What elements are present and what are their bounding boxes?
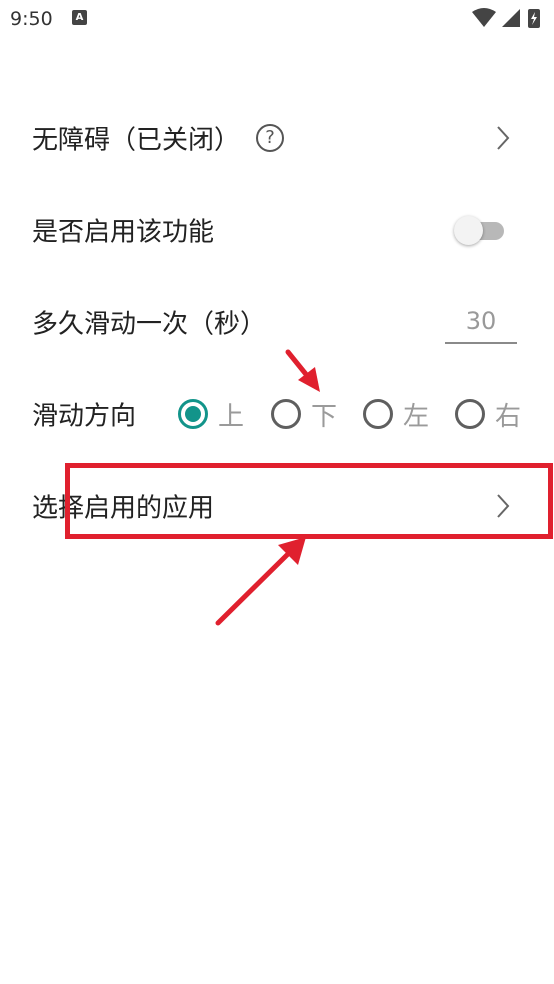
accessibility-row[interactable]: 无障碍（已关闭） ? (0, 92, 554, 184)
radio-unchecked-icon (271, 399, 301, 429)
notification-app-icon: A (72, 10, 87, 25)
direction-radio-right[interactable]: 右 (455, 397, 522, 432)
interval-row: 多久滑动一次（秒） (0, 276, 554, 368)
chevron-right-icon (497, 126, 510, 150)
radio-unchecked-icon (455, 399, 485, 429)
direction-option-right-label: 右 (495, 401, 522, 432)
direction-radio-left[interactable]: 左 (363, 397, 430, 432)
settings-screen: 9:50 A 无障碍（已关闭） ? 是否启用该功能 多久滑动一次（秒） 30 滑… (0, 0, 554, 984)
enable-label: 是否启用该功能 (32, 217, 215, 248)
select-apps-row[interactable]: 选择启用的应用 (0, 460, 554, 552)
interval-label: 多久滑动一次（秒） (32, 309, 267, 340)
direction-radio-up[interactable]: 上 (178, 397, 245, 432)
accessibility-label: 无障碍（已关闭） (32, 125, 241, 156)
status-bar: 9:50 A (0, 0, 554, 38)
direction-row: 滑动方向 上 下 左 右 (0, 368, 554, 460)
toggle-thumb (454, 216, 483, 245)
direction-radio-down[interactable]: 下 (271, 397, 338, 432)
chevron-right-icon (497, 494, 510, 518)
enable-row: 是否启用该功能 (0, 184, 554, 276)
select-apps-label: 选择启用的应用 (32, 493, 215, 524)
status-time: 9:50 (10, 8, 53, 30)
signal-icon (502, 9, 520, 27)
radio-checked-icon (178, 399, 208, 429)
help-icon[interactable]: ? (256, 124, 284, 152)
wifi-icon (472, 8, 496, 27)
direction-option-down-label: 下 (311, 401, 338, 432)
enable-toggle[interactable] (454, 214, 508, 246)
direction-option-left-label: 左 (403, 401, 430, 432)
radio-unchecked-icon (363, 399, 393, 429)
direction-option-up-label: 上 (218, 401, 245, 432)
interval-input[interactable] (445, 300, 517, 344)
status-icons (470, 7, 546, 29)
direction-label: 滑动方向 (32, 401, 137, 432)
